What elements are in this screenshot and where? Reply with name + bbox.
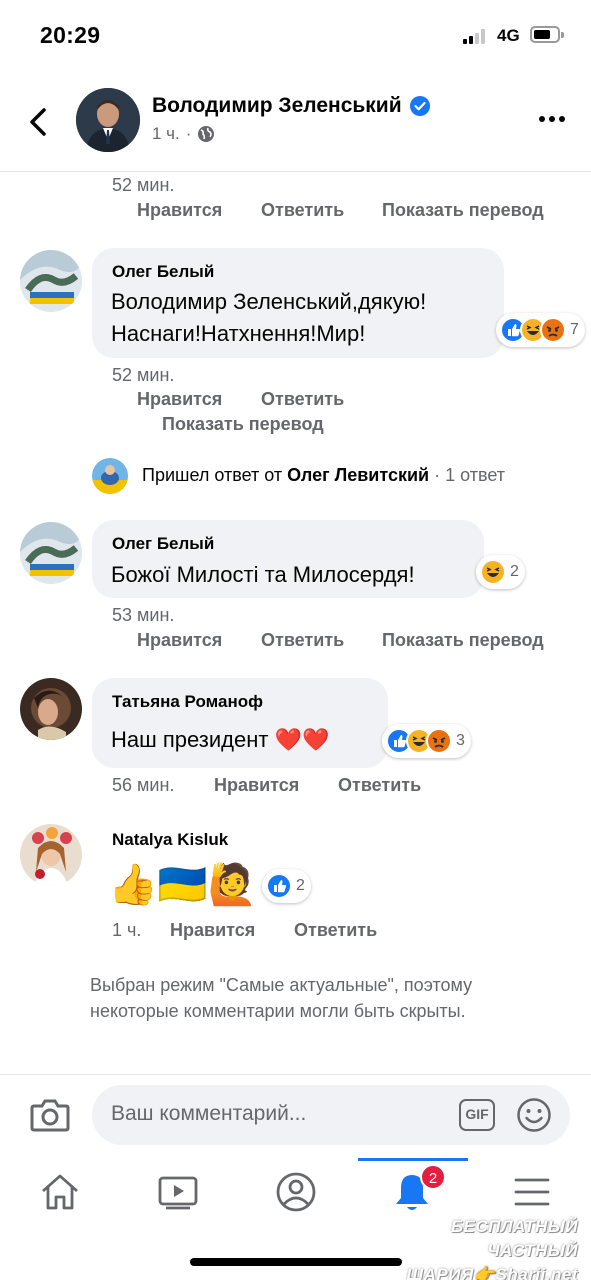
status-bar: 20:29 4G (0, 0, 591, 70)
back-icon[interactable] (24, 104, 52, 140)
status-time: 20:29 (40, 22, 101, 48)
reactions-summary[interactable]: 2 (476, 555, 525, 589)
reaction-count: 7 (570, 321, 579, 338)
reply-button[interactable]: Ответить (261, 389, 344, 410)
comments-filter-note: Выбран режим "Самые актуальные", поэтому… (90, 975, 473, 1021)
reactions-summary[interactable]: 7 (496, 313, 585, 347)
reply-button[interactable]: Ответить (338, 775, 421, 796)
reply-button[interactable]: Ответить (261, 200, 344, 221)
watermark: БЕСПЛАТНЫЙ ЧАСТНЫЙ ШАРИЯ👉Sharij.net (358, 1215, 578, 1280)
comment-text: Володимир Зеленський,дякую! (111, 289, 427, 314)
battery-icon (530, 26, 564, 43)
notification-count-badge: 2 (420, 1164, 446, 1190)
reaction-count: 2 (296, 877, 305, 894)
comment-input-placeholder: Ваш комментарий... (111, 1102, 307, 1125)
angry-reaction-icon (426, 728, 452, 754)
profile-icon[interactable] (274, 1170, 318, 1214)
like-button[interactable]: Нравится (170, 920, 255, 941)
commenter-name[interactable]: Олег Белый (112, 534, 214, 554)
post-author-name[interactable]: Володимир Зеленський (152, 94, 402, 118)
comment-text: Божої Милості та Милосердя! (111, 562, 415, 587)
home-indicator (190, 1258, 402, 1266)
commenter-avatar[interactable] (20, 678, 82, 740)
comment-input[interactable]: Ваш комментарий... GIF (92, 1085, 570, 1145)
reply-author-avatar[interactable] (92, 458, 128, 494)
network-type: 4G (497, 26, 520, 45)
reactions-summary[interactable]: 3 (382, 724, 471, 758)
globe-icon (198, 126, 215, 142)
translate-button[interactable]: Показать перевод (162, 414, 324, 435)
active-tab-indicator (358, 1158, 468, 1161)
comment-time: 1 ч. (112, 920, 142, 940)
comment-text: Наш президент ❤️❤️ (111, 727, 330, 752)
commenter-name[interactable]: Natalya Kisluk (112, 830, 228, 850)
comment-time: 56 мин. (112, 775, 175, 795)
commenter-name[interactable]: Олег Белый (112, 262, 214, 282)
comment-text: Наснаги!Натхнення!Мир! (111, 321, 366, 346)
like-button[interactable]: Нравится (137, 630, 222, 651)
post-time: 1 ч. (152, 124, 180, 143)
camera-icon[interactable] (30, 1096, 70, 1134)
signal-icon (463, 28, 491, 44)
reply-button[interactable]: Ответить (261, 630, 344, 651)
comment-time: 52 мин. (112, 365, 175, 385)
like-button[interactable]: Нравится (137, 389, 222, 410)
divider (0, 1074, 591, 1075)
reaction-count: 3 (456, 732, 465, 749)
angry-reaction-icon (540, 317, 566, 343)
video-icon[interactable] (156, 1170, 200, 1214)
post-header: Володимир Зеленський 1 ч. · (0, 80, 591, 172)
menu-icon[interactable] (510, 1170, 554, 1214)
home-icon[interactable] (38, 1170, 82, 1214)
translate-button[interactable]: Показать перевод (382, 630, 544, 651)
reaction-count: 2 (510, 563, 519, 580)
reactions-summary[interactable]: 2 (262, 869, 311, 903)
commenter-avatar[interactable] (20, 522, 82, 584)
author-avatar[interactable] (76, 88, 140, 152)
commenter-avatar[interactable] (20, 250, 82, 312)
more-options-icon[interactable] (538, 114, 566, 124)
commenter-name[interactable]: Татьяна Романоф (112, 692, 263, 712)
reply-thread[interactable]: Пришел ответ от Олег Левитский · 1 ответ (142, 465, 505, 486)
reply-prefix: Пришел ответ от (142, 465, 283, 485)
translate-button[interactable]: Показать перевод (382, 200, 544, 221)
reply-button[interactable]: Ответить (294, 920, 377, 941)
commenter-avatar[interactable] (20, 824, 82, 886)
like-reaction-icon (266, 873, 292, 899)
emoji-icon[interactable] (516, 1097, 552, 1133)
comment-emoji-text: 👍🇺🇦🙋 (108, 863, 258, 907)
comment-time: 53 мин. (112, 605, 175, 625)
gif-button[interactable]: GIF (459, 1099, 495, 1131)
meta-separator: · (185, 124, 192, 143)
comment-time: 52 мин. (112, 175, 175, 195)
reply-author-name: Олег Левитский (287, 465, 430, 485)
reply-count: · 1 ответ (434, 465, 506, 485)
watermark-line1: БЕСПЛАТНЫЙ ЧАСТНЫЙ (450, 1217, 578, 1260)
like-button[interactable]: Нравится (137, 200, 222, 221)
verified-badge-icon (409, 96, 430, 116)
like-button[interactable]: Нравится (214, 775, 299, 796)
haha-reaction-icon (480, 559, 506, 585)
